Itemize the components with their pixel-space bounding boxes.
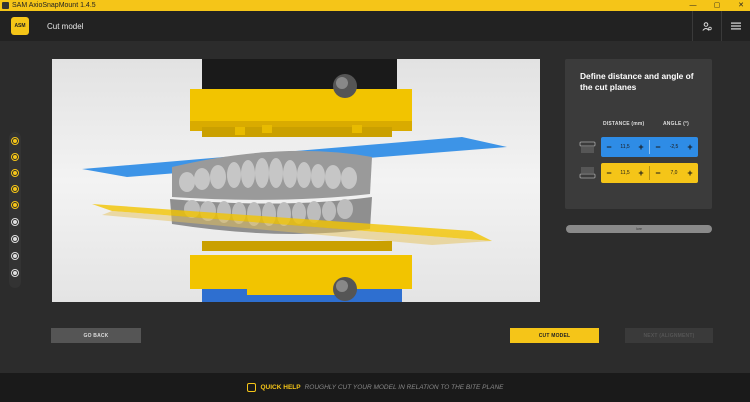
minimize-button[interactable]: — xyxy=(688,0,698,11)
view-slider[interactable]: lore xyxy=(566,225,712,233)
close-button[interactable]: ✕ xyxy=(736,0,746,11)
step-9[interactable] xyxy=(11,269,19,277)
slider-label: lore xyxy=(636,227,642,231)
step-7[interactable] xyxy=(11,235,19,243)
upper-angle-decrease[interactable]: − xyxy=(654,137,662,157)
step-1-done[interactable] xyxy=(11,137,19,145)
step-8[interactable] xyxy=(11,252,19,260)
quick-help-label: QUICK HELP xyxy=(260,384,301,391)
upper-distance-decrease[interactable]: − xyxy=(605,137,613,157)
lower-angle-value[interactable]: 7,0 xyxy=(671,170,678,176)
page-title: Cut model xyxy=(47,21,84,31)
maximize-button[interactable]: ▢ xyxy=(712,0,722,11)
user-gear-icon xyxy=(702,21,712,31)
asm-logo: ASM xyxy=(11,17,29,35)
cut-plane-panel: Define distance and angle of the cut pla… xyxy=(565,59,712,209)
lower-base xyxy=(190,255,412,289)
lower-distance-stepper: − 11,5 + xyxy=(601,163,649,183)
dental-model-scene xyxy=(82,59,507,302)
upper-distance-increase[interactable]: + xyxy=(637,137,645,157)
app-icon xyxy=(2,2,9,9)
lower-distance-increase[interactable]: + xyxy=(637,163,645,183)
app-header: ASM Cut model xyxy=(0,11,750,41)
3d-viewport[interactable] xyxy=(52,59,540,302)
step-4-done[interactable] xyxy=(11,185,19,193)
step-6[interactable] xyxy=(11,218,19,226)
lower-plane-icon xyxy=(579,167,596,179)
menu-button[interactable] xyxy=(722,11,750,41)
hamburger-icon xyxy=(731,22,741,30)
cut-model-button[interactable]: CUT MODEL xyxy=(510,328,599,343)
step-3-done[interactable] xyxy=(11,169,19,177)
window-title: SAM AxioSnapMount 1.4.5 xyxy=(12,2,96,9)
lower-angle-stepper: − 7,0 + xyxy=(650,163,698,183)
quick-help-text: ROUGHLY CUT YOUR MODEL IN RELATION TO TH… xyxy=(304,384,504,391)
upper-plane-controls: − 11,5 + − -2,5 + xyxy=(601,137,698,157)
go-back-button[interactable]: GO BACK xyxy=(51,328,141,343)
next-alignment-button[interactable]: NEXT (ALIGNMENT) xyxy=(625,328,713,343)
lower-plane-controls: − 11,5 + − 7,0 + xyxy=(601,163,698,183)
help-bubble-icon xyxy=(246,383,256,392)
panel-title: Define distance and angle of the cut pla… xyxy=(580,71,694,92)
step-5-current[interactable] xyxy=(11,201,19,209)
angle-column-header: ANGLE (°) xyxy=(663,121,690,127)
upper-plane-icon xyxy=(579,141,596,153)
app-window: SAM AxioSnapMount 1.4.5 — ▢ ✕ ASM Cut mo… xyxy=(0,0,750,402)
upper-angle-increase[interactable]: + xyxy=(686,137,694,157)
distance-column-header: DISTANCE (mm) xyxy=(603,121,645,127)
workflow-stepper xyxy=(9,132,21,288)
upper-distance-value[interactable]: 11,5 xyxy=(620,144,629,150)
lower-distance-decrease[interactable]: − xyxy=(605,163,613,183)
lower-angle-increase[interactable]: + xyxy=(686,163,694,183)
mount-top xyxy=(202,59,397,94)
title-bar: SAM AxioSnapMount 1.4.5 — ▢ ✕ xyxy=(0,0,750,11)
header-actions xyxy=(692,11,750,41)
lower-distance-value[interactable]: 11,5 xyxy=(620,170,629,176)
upper-angle-stepper: − -2,5 + xyxy=(650,137,698,157)
lower-angle-decrease[interactable]: − xyxy=(654,163,662,183)
quick-help-bar: QUICK HELP ROUGHLY CUT YOUR MODEL IN REL… xyxy=(0,373,750,402)
upper-angle-value[interactable]: -2,5 xyxy=(670,144,679,150)
step-2-done[interactable] xyxy=(11,153,19,161)
user-settings-button[interactable] xyxy=(693,11,721,41)
window-controls: — ▢ ✕ xyxy=(688,0,746,11)
upper-distance-stepper: − 11,5 + xyxy=(601,137,649,157)
